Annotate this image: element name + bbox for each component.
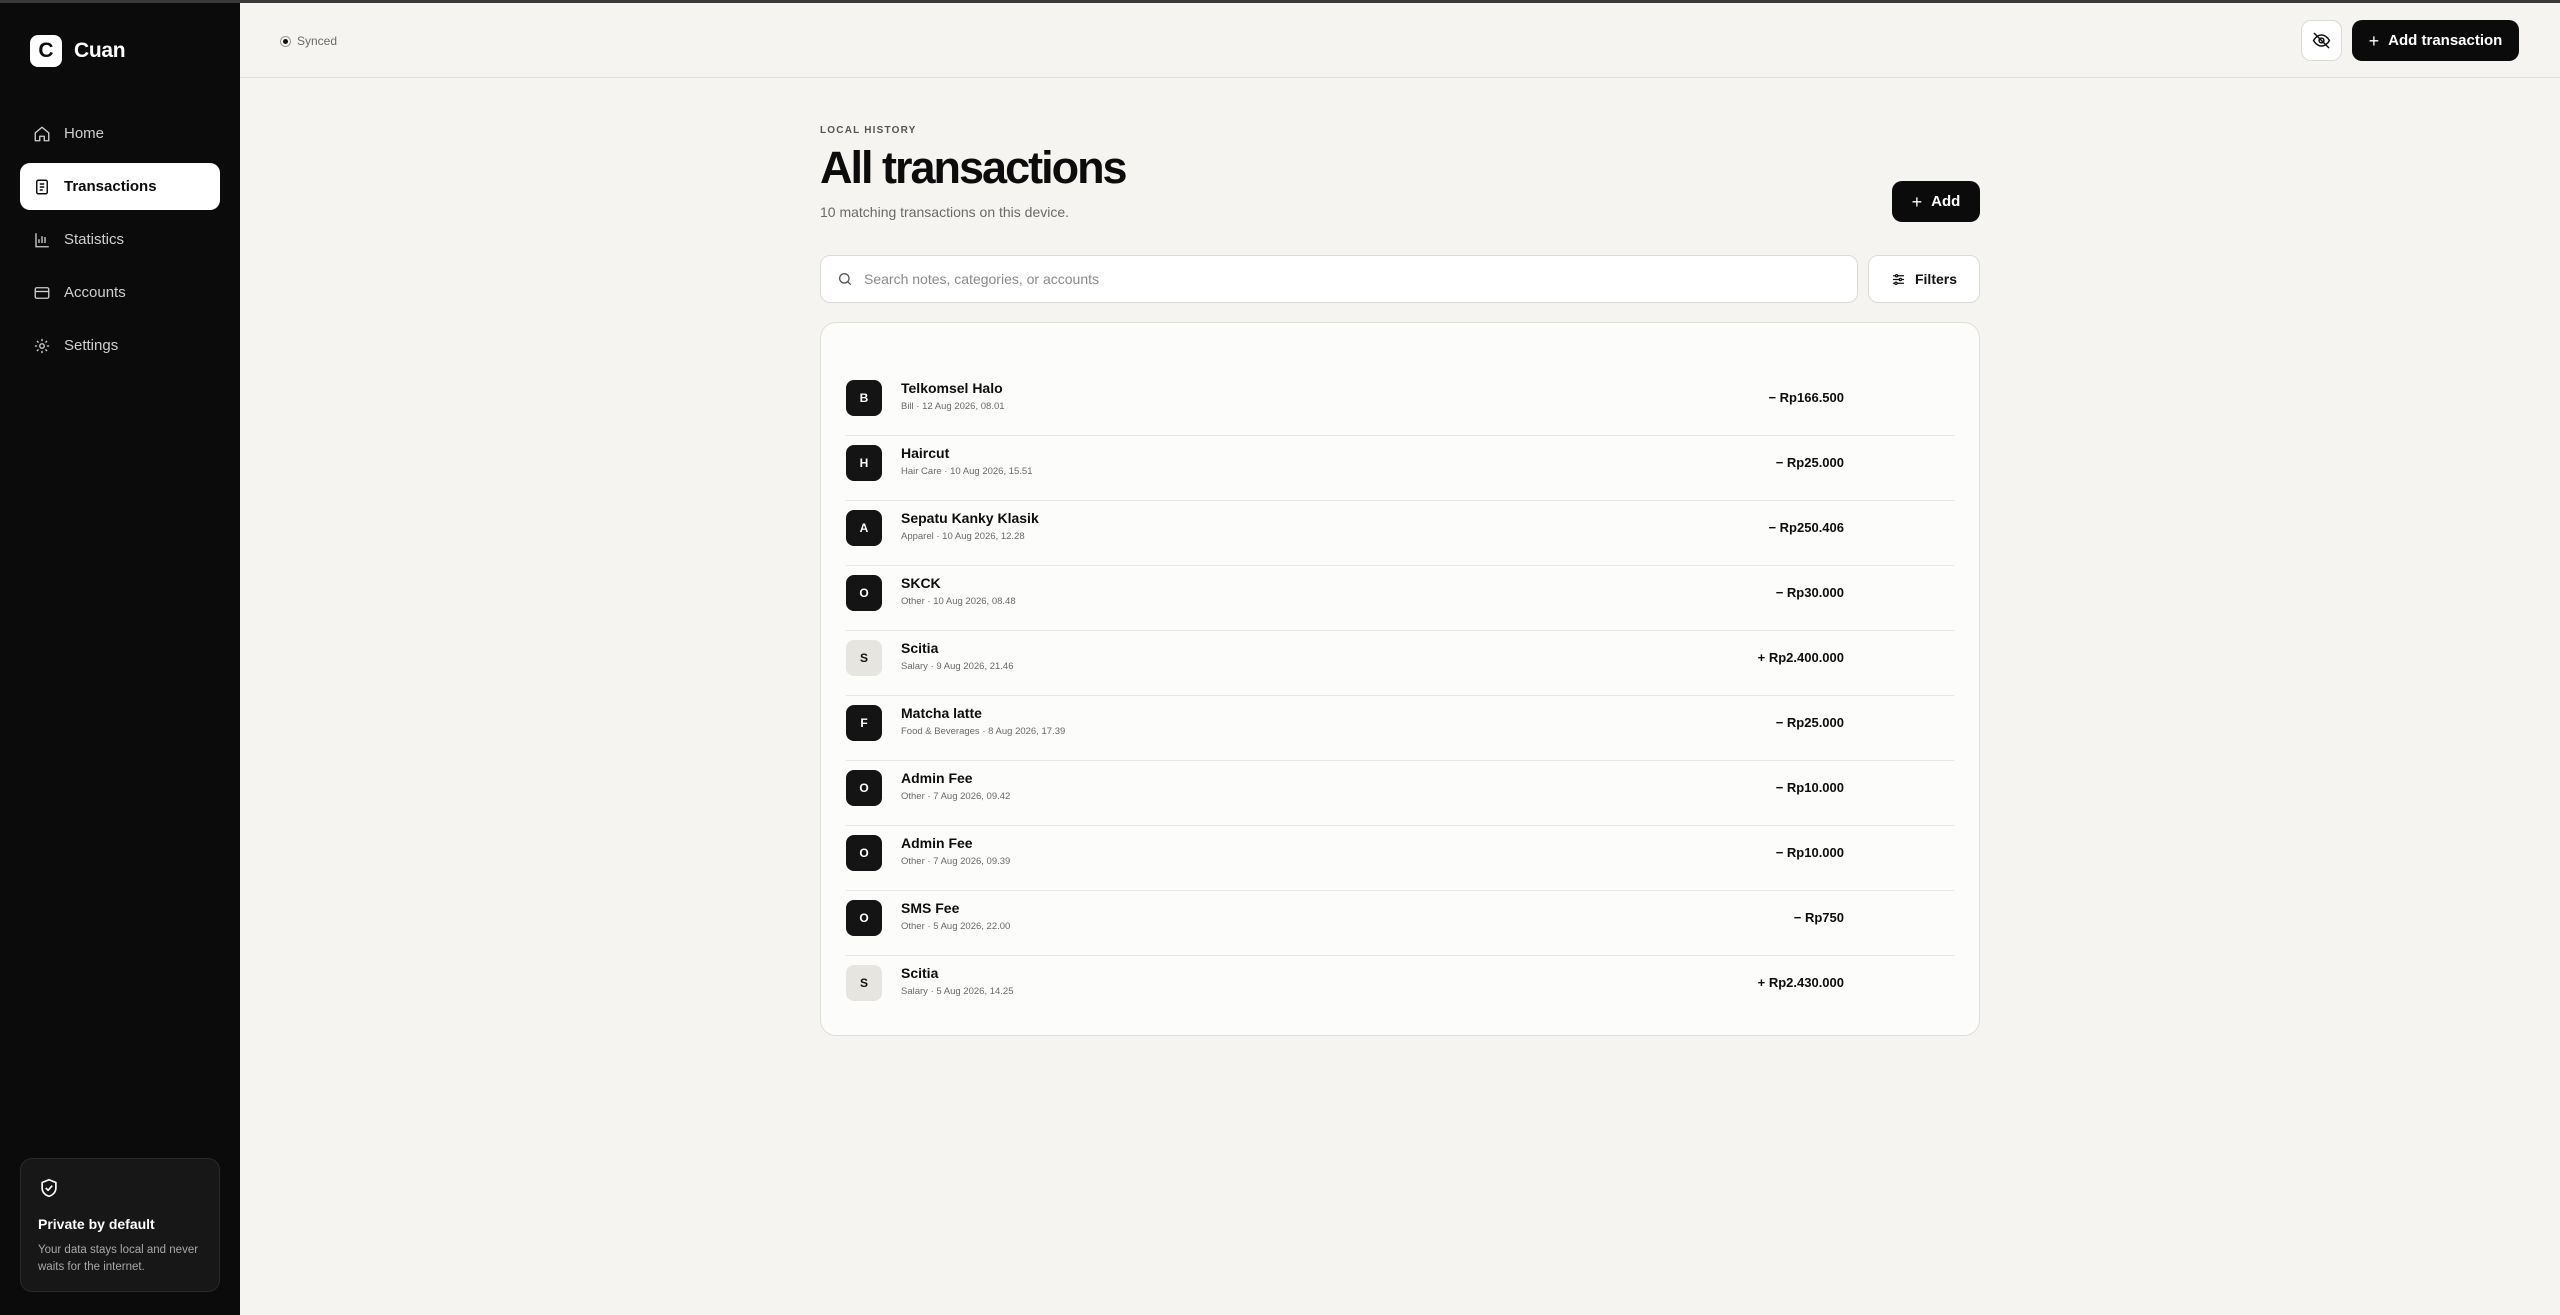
- category-avatar: O: [846, 770, 882, 806]
- transaction-name: SKCK: [901, 575, 941, 591]
- sync-status: Synced: [280, 34, 337, 48]
- sync-status-label: Synced: [297, 34, 338, 48]
- transaction-amount: − Rp10.000: [1775, 845, 1844, 860]
- transaction-amount: − Rp250.406: [1768, 520, 1844, 535]
- transaction-row[interactable]: O SMS Fee Other · 5 Aug 2026, 22.00 − Rp…: [846, 891, 1954, 956]
- transaction-meta: Apparel · 10 Aug 2026, 12.28: [901, 531, 1025, 542]
- sync-dot-icon: [280, 35, 291, 47]
- transaction-amount: − Rp25.000: [1775, 455, 1844, 470]
- transaction-amount: − Rp166.500: [1768, 390, 1844, 405]
- transaction-row[interactable]: F Matcha latte Food & Beverages · 8 Aug …: [846, 696, 1954, 761]
- transaction-name: Sepatu Kanky Klasik: [901, 510, 1039, 526]
- privacy-card: Private by default Your data stays local…: [20, 1158, 220, 1292]
- wallet-icon: [33, 284, 51, 302]
- transaction-meta: Other · 7 Aug 2026, 09.39: [901, 856, 1011, 867]
- transaction-row[interactable]: O SKCK Other · 10 Aug 2026, 08.48 − Rp30…: [846, 566, 1954, 631]
- logo-icon: C: [30, 35, 62, 67]
- category-avatar: S: [846, 640, 882, 676]
- category-avatar: H: [846, 445, 882, 481]
- transaction-list: B Telkomsel Halo Bill · 12 Aug 2026, 08.…: [820, 322, 1980, 1036]
- transaction-name: Scitia: [901, 965, 939, 981]
- plus-icon: +: [2368, 30, 2380, 51]
- transaction-row[interactable]: O Admin Fee Other · 7 Aug 2026, 09.39 − …: [846, 826, 1954, 891]
- gear-icon: [33, 337, 51, 355]
- transaction-meta: Bill · 12 Aug 2026, 08.01: [901, 401, 1005, 412]
- category-avatar: S: [846, 965, 882, 1001]
- transaction-amount: − Rp10.000: [1775, 780, 1844, 795]
- transaction-name: Admin Fee: [901, 835, 973, 851]
- transaction-meta: Salary · 9 Aug 2026, 21.46: [901, 661, 1014, 672]
- sidebar-item-home[interactable]: Home: [20, 110, 220, 157]
- transaction-amount: − Rp750: [1793, 910, 1844, 925]
- plus-icon: +: [1911, 191, 1923, 212]
- sidebar-item-accounts[interactable]: Accounts: [20, 269, 220, 316]
- transaction-row[interactable]: H Haircut Hair Care · 10 Aug 2026, 15.51…: [846, 436, 1954, 501]
- brand[interactable]: C Cuan: [30, 35, 126, 67]
- category-avatar: O: [846, 835, 882, 871]
- sidebar: C Cuan Home Transactions Statistics Acco…: [0, 3, 240, 1315]
- add-transaction-label: Add transaction: [2388, 32, 2503, 49]
- add-button[interactable]: + Add: [1892, 181, 1980, 222]
- search-bar: [820, 255, 1858, 303]
- page-subtitle: 10 matching transactions on this device.: [820, 204, 1070, 220]
- category-avatar: A: [846, 510, 882, 546]
- sidebar-item-label: Statistics: [64, 231, 125, 248]
- brand-name: Cuan: [74, 39, 126, 62]
- bar-chart-icon: [33, 231, 51, 249]
- eye-off-icon: [2312, 32, 2331, 49]
- sidebar-item-label: Transactions: [64, 178, 157, 195]
- home-icon: [33, 125, 51, 143]
- transaction-amount: + Rp2.430.000: [1757, 975, 1844, 990]
- sidebar-item-label: Home: [64, 125, 105, 142]
- transaction-row[interactable]: B Telkomsel Halo Bill · 12 Aug 2026, 08.…: [846, 371, 1954, 436]
- transaction-name: Haircut: [901, 445, 950, 461]
- sidebar-item-settings[interactable]: Settings: [20, 322, 220, 369]
- transaction-amount: − Rp30.000: [1775, 585, 1844, 600]
- hide-amounts-button[interactable]: [2301, 20, 2342, 61]
- sidebar-nav: Home Transactions Statistics Accounts Se…: [20, 110, 220, 375]
- transaction-meta: Other · 7 Aug 2026, 09.42: [901, 791, 1011, 802]
- transaction-meta: Food & Beverages · 8 Aug 2026, 17.39: [901, 726, 1066, 737]
- filters-label: Filters: [1914, 271, 1957, 287]
- filters-button[interactable]: Filters: [1868, 255, 1980, 303]
- transaction-name: Scitia: [901, 640, 939, 656]
- page-eyebrow: LOCAL HISTORY: [820, 125, 917, 136]
- category-avatar: O: [846, 900, 882, 936]
- page-title: All transactions: [820, 142, 1128, 193]
- sidebar-item-statistics[interactable]: Statistics: [20, 216, 220, 263]
- sidebar-item-label: Settings: [64, 337, 119, 354]
- add-transaction-button[interactable]: + Add transaction: [2352, 20, 2519, 61]
- logo-letter: C: [38, 39, 54, 62]
- add-label: Add: [1931, 193, 1961, 210]
- privacy-title: Private by default: [38, 1216, 155, 1232]
- transaction-row[interactable]: A Sepatu Kanky Klasik Apparel · 10 Aug 2…: [846, 501, 1954, 566]
- transaction-row[interactable]: S Scitia Salary · 5 Aug 2026, 14.25 + Rp…: [846, 956, 1954, 1021]
- transaction-name: Telkomsel Halo: [901, 380, 1003, 396]
- transaction-meta: Hair Care · 10 Aug 2026, 15.51: [901, 466, 1033, 477]
- transaction-name: SMS Fee: [901, 900, 960, 916]
- search-input[interactable]: [864, 271, 1824, 287]
- transaction-meta: Other · 10 Aug 2026, 08.48: [901, 596, 1016, 607]
- category-avatar: B: [846, 380, 882, 416]
- transaction-name: Matcha latte: [901, 705, 982, 721]
- privacy-text: Your data stays local and never waits fo…: [38, 1244, 199, 1273]
- category-avatar: F: [846, 705, 882, 741]
- transaction-amount: + Rp2.400.000: [1757, 650, 1844, 665]
- transaction-amount: − Rp25.000: [1775, 715, 1844, 730]
- search-icon: [839, 273, 851, 285]
- transaction-row[interactable]: S Scitia Salary · 9 Aug 2026, 21.46 + Rp…: [846, 631, 1954, 696]
- topbar: Synced + Add transaction: [240, 3, 2560, 78]
- sidebar-item-label: Accounts: [64, 284, 126, 301]
- sidebar-item-transactions[interactable]: Transactions: [20, 163, 220, 210]
- category-avatar: O: [846, 575, 882, 611]
- shield-icon: [41, 1178, 57, 1198]
- transaction-row[interactable]: O Admin Fee Other · 7 Aug 2026, 09.42 − …: [846, 761, 1954, 826]
- transaction-meta: Salary · 5 Aug 2026, 14.25: [901, 986, 1014, 997]
- sliders-icon: [1892, 273, 1905, 285]
- document-icon: [33, 178, 51, 196]
- transaction-meta: Other · 5 Aug 2026, 22.00: [901, 921, 1011, 932]
- transaction-name: Admin Fee: [901, 770, 973, 786]
